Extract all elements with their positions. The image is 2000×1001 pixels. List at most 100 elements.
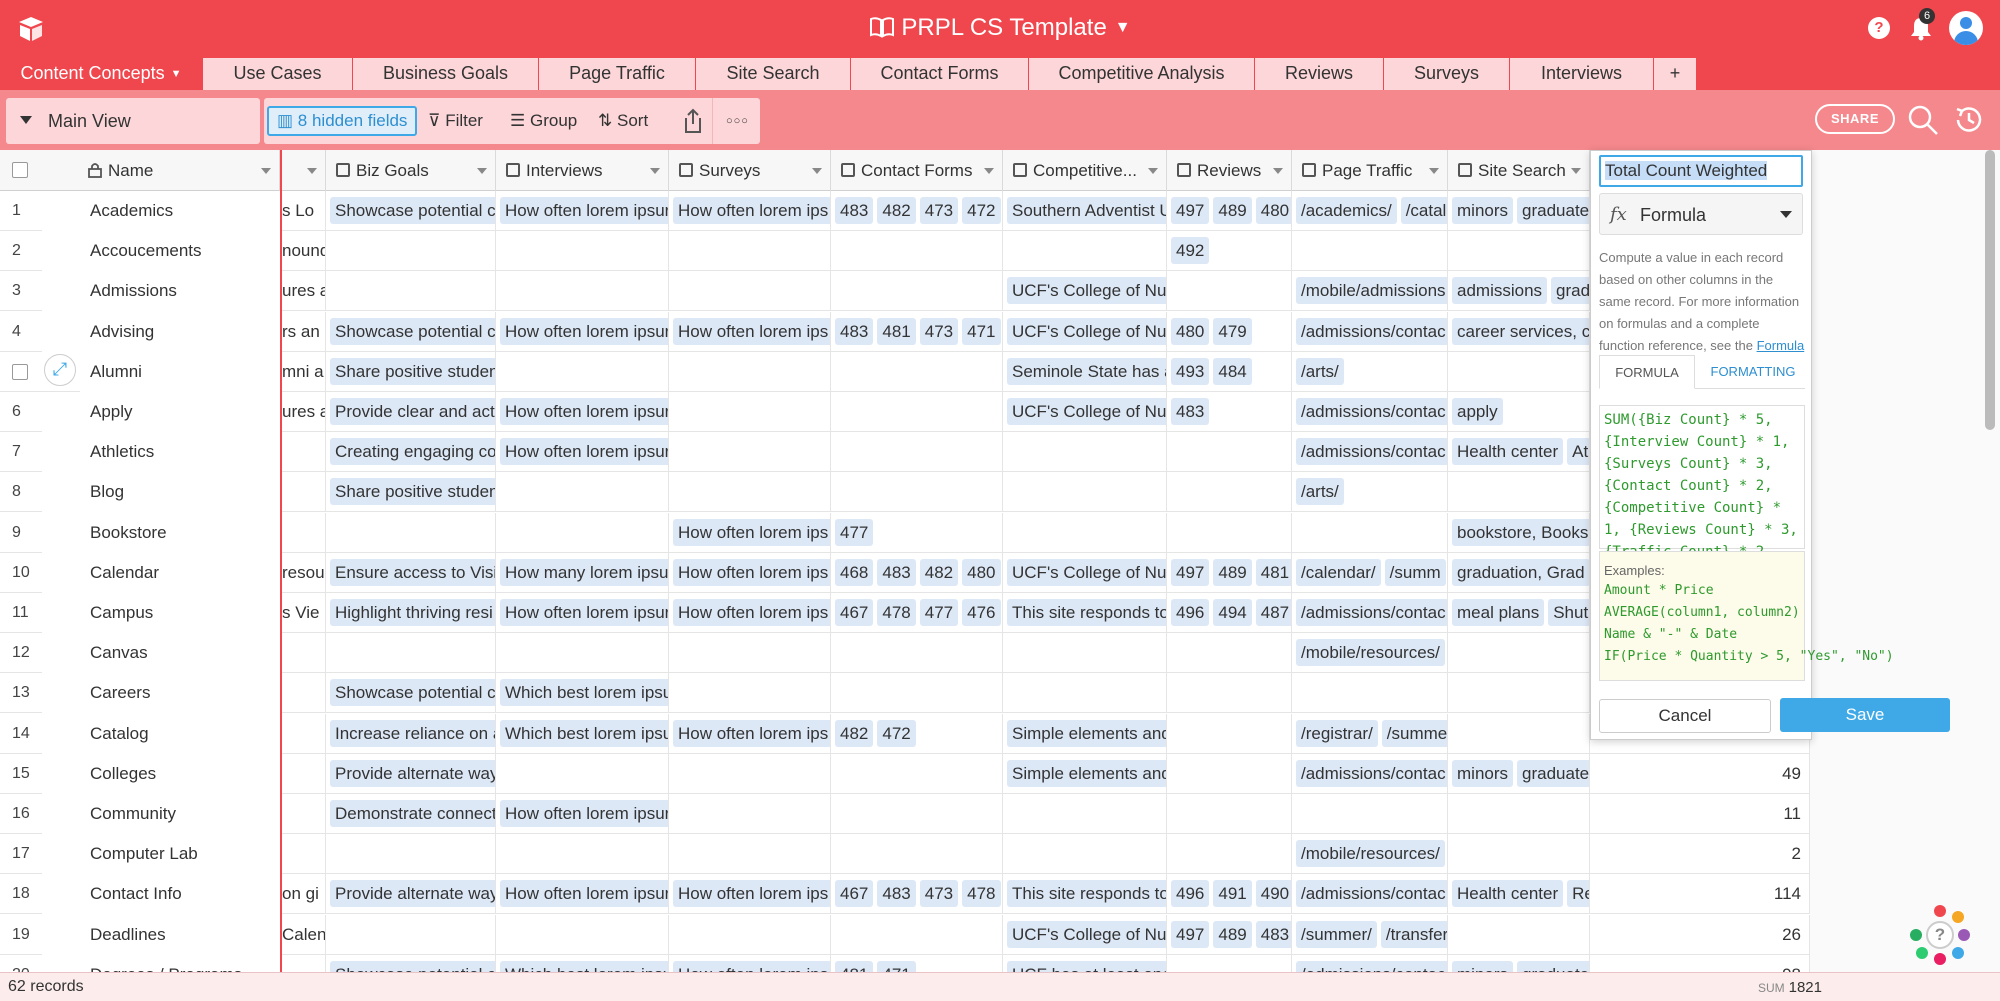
record-name[interactable]: Degrees / Programs [42, 954, 280, 972]
cell-reviews[interactable] [1167, 432, 1292, 473]
filter-button[interactable]: ⊽ Filter [428, 106, 483, 136]
cell-total-count[interactable]: 49 [1590, 753, 1810, 794]
record-name[interactable]: Apply [42, 392, 280, 432]
chevron-down-icon[interactable] [307, 168, 317, 174]
cell-competitive[interactable]: Simple elements and [1003, 753, 1167, 794]
linked-record-pill[interactable]: Share positive studen [330, 478, 495, 506]
partial-cell[interactable] [282, 753, 326, 794]
linked-record-pill[interactable]: apply [1452, 398, 1503, 425]
cell-biz[interactable] [326, 914, 496, 955]
linked-record-pill[interactable]: /admissions/contac [1296, 599, 1447, 626]
cell-traffic[interactable]: /arts/ [1292, 351, 1448, 392]
linked-record-pill[interactable]: /admissions/contac [1296, 960, 1447, 972]
cell-total-count[interactable]: 98 [1590, 954, 1810, 972]
cell-reviews[interactable] [1167, 271, 1292, 312]
tab-content-concepts[interactable]: Content Concepts ▼ [0, 58, 203, 90]
linked-record-pill[interactable]: Re [1567, 880, 1589, 908]
linked-record-pill[interactable]: How often lorem ipsur [500, 800, 668, 827]
record-name[interactable]: Blog [42, 472, 280, 513]
table-row[interactable]: 17 Computer Lab/mobile/resources/2 [0, 834, 1810, 875]
partial-cell[interactable] [282, 512, 326, 553]
linked-record-pill[interactable]: This site responds to [1007, 880, 1166, 908]
table-row[interactable]: 2 Accoucements nound 492 [0, 231, 1810, 272]
linked-record-pill[interactable]: 477 [919, 599, 959, 626]
linked-record-pill[interactable]: Highlight thriving resi [330, 599, 495, 626]
linked-record-pill[interactable]: 471 [877, 960, 916, 972]
cell-biz[interactable] [326, 512, 496, 553]
cell-surveys[interactable]: How often lorem ips [669, 593, 831, 633]
cell-interviews[interactable]: How many lorem ipsu [496, 552, 669, 593]
linked-record-pill[interactable]: 494 [1213, 599, 1252, 626]
column-header-surveys[interactable]: Surveys [669, 150, 831, 191]
sum-summary[interactable]: SUM 1821 [1758, 979, 1822, 996]
cell-traffic[interactable]: /admissions/contac [1292, 311, 1448, 352]
linked-record-pill[interactable]: Showcase potential c [330, 197, 495, 224]
linked-record-pill[interactable]: 497 [1171, 920, 1210, 948]
linked-record-pill[interactable]: Share positive studen [330, 357, 495, 385]
linked-record-pill[interactable]: /calendar/ [1296, 558, 1381, 586]
partial-cell[interactable] [282, 673, 326, 714]
cell-biz[interactable]: Showcase potential c [326, 673, 496, 714]
cell-interviews[interactable]: How often lorem ipsur [496, 794, 669, 834]
linked-record-pill[interactable]: UCF's College of Nu [1007, 317, 1166, 345]
linked-record-pill[interactable]: /mobile/admissions. [1296, 277, 1447, 305]
column-header-competitive[interactable]: Competitive... [1003, 150, 1167, 191]
cell-surveys[interactable]: How often lorem ips [669, 713, 831, 754]
share-button[interactable]: SHARE [1815, 104, 1895, 134]
table-row[interactable]: ⤢ Alumni mni a Share positive studen Seminol… [0, 351, 1810, 392]
cell-reviews[interactable] [1167, 753, 1292, 794]
frozen-column-divider[interactable] [280, 150, 282, 1001]
linked-record-pill[interactable]: Health center [1452, 880, 1564, 908]
record-name[interactable]: Accoucements [42, 231, 280, 272]
cell-interviews[interactable]: How often lorem ipsur [496, 191, 669, 231]
cell-traffic[interactable]: /admissions/contac [1292, 753, 1448, 794]
cell-biz[interactable]: Showcase potential c [326, 954, 496, 972]
linked-record-pill[interactable]: 473 [919, 317, 959, 345]
partial-cell[interactable] [282, 472, 326, 513]
cancel-button[interactable]: Cancel [1599, 699, 1771, 733]
linked-record-pill[interactable]: 471 [962, 317, 1001, 345]
cell-traffic[interactable]: /admissions/contac [1292, 874, 1448, 915]
cell-surveys[interactable]: How often lorem ips [669, 954, 831, 972]
linked-record-pill[interactable]: 481 [1255, 558, 1291, 586]
help-widget[interactable]: ? [1910, 905, 1970, 965]
cell-interviews[interactable]: Which best lorem ipsu [496, 713, 669, 754]
linked-record-pill[interactable]: 481 [835, 960, 874, 972]
cell-traffic[interactable] [1292, 512, 1448, 553]
cell-contact[interactable]: 482 472 [831, 713, 1003, 754]
cell-total-count[interactable]: 2 [1590, 834, 1810, 875]
cell-reviews[interactable] [1167, 633, 1292, 674]
table-row[interactable]: 4 Advising rs an Showcase potential c How of… [0, 311, 1810, 352]
cell-contact[interactable]: 467 483 473 478 [831, 874, 1003, 915]
linked-record-pill[interactable]: 473 [919, 197, 959, 224]
table-row[interactable]: 13 Careers Showcase potential c Which best … [0, 673, 1810, 714]
more-options-icon[interactable]: ○○○ [726, 106, 749, 136]
cell-search[interactable] [1448, 472, 1590, 513]
chevron-down-icon[interactable] [477, 168, 487, 174]
linked-record-pill[interactable]: 477 [835, 518, 874, 546]
linked-record-pill[interactable]: 491 [1213, 880, 1252, 908]
cell-contact[interactable]: 481471 [831, 954, 1003, 972]
view-switcher[interactable]: Main View [6, 98, 260, 144]
table-row[interactable]: 8 Blog Share positive studen/arts/ [0, 472, 1810, 513]
cell-surveys[interactable]: How often lorem ips [669, 874, 831, 915]
cell-biz[interactable]: Provide clear and act [326, 392, 496, 432]
cell-competitive[interactable] [1003, 432, 1167, 473]
record-name[interactable]: Alumni [80, 351, 280, 392]
linked-record-pill[interactable]: 467 [835, 880, 874, 908]
linked-record-pill[interactable]: admissions [1452, 277, 1548, 305]
record-name[interactable]: Community [42, 794, 280, 834]
cell-reviews[interactable] [1167, 472, 1292, 513]
linked-record-pill[interactable]: /summer/ [1296, 920, 1377, 948]
cell-biz[interactable] [326, 271, 496, 312]
linked-record-pill[interactable]: 476 [962, 599, 1001, 626]
cell-surveys[interactable]: How often lorem ips [669, 311, 831, 352]
cell-surveys[interactable] [669, 753, 831, 794]
history-icon[interactable] [1952, 103, 1986, 137]
tab-site-search[interactable]: Site Search [696, 58, 851, 90]
cell-traffic[interactable]: /admissions/contac [1292, 954, 1448, 972]
linked-record-pill[interactable]: /admissions/contac [1296, 398, 1447, 425]
partial-cell[interactable] [282, 954, 326, 972]
cell-search[interactable] [1448, 351, 1590, 392]
cell-interviews[interactable]: How often lorem ipsur [496, 432, 669, 473]
